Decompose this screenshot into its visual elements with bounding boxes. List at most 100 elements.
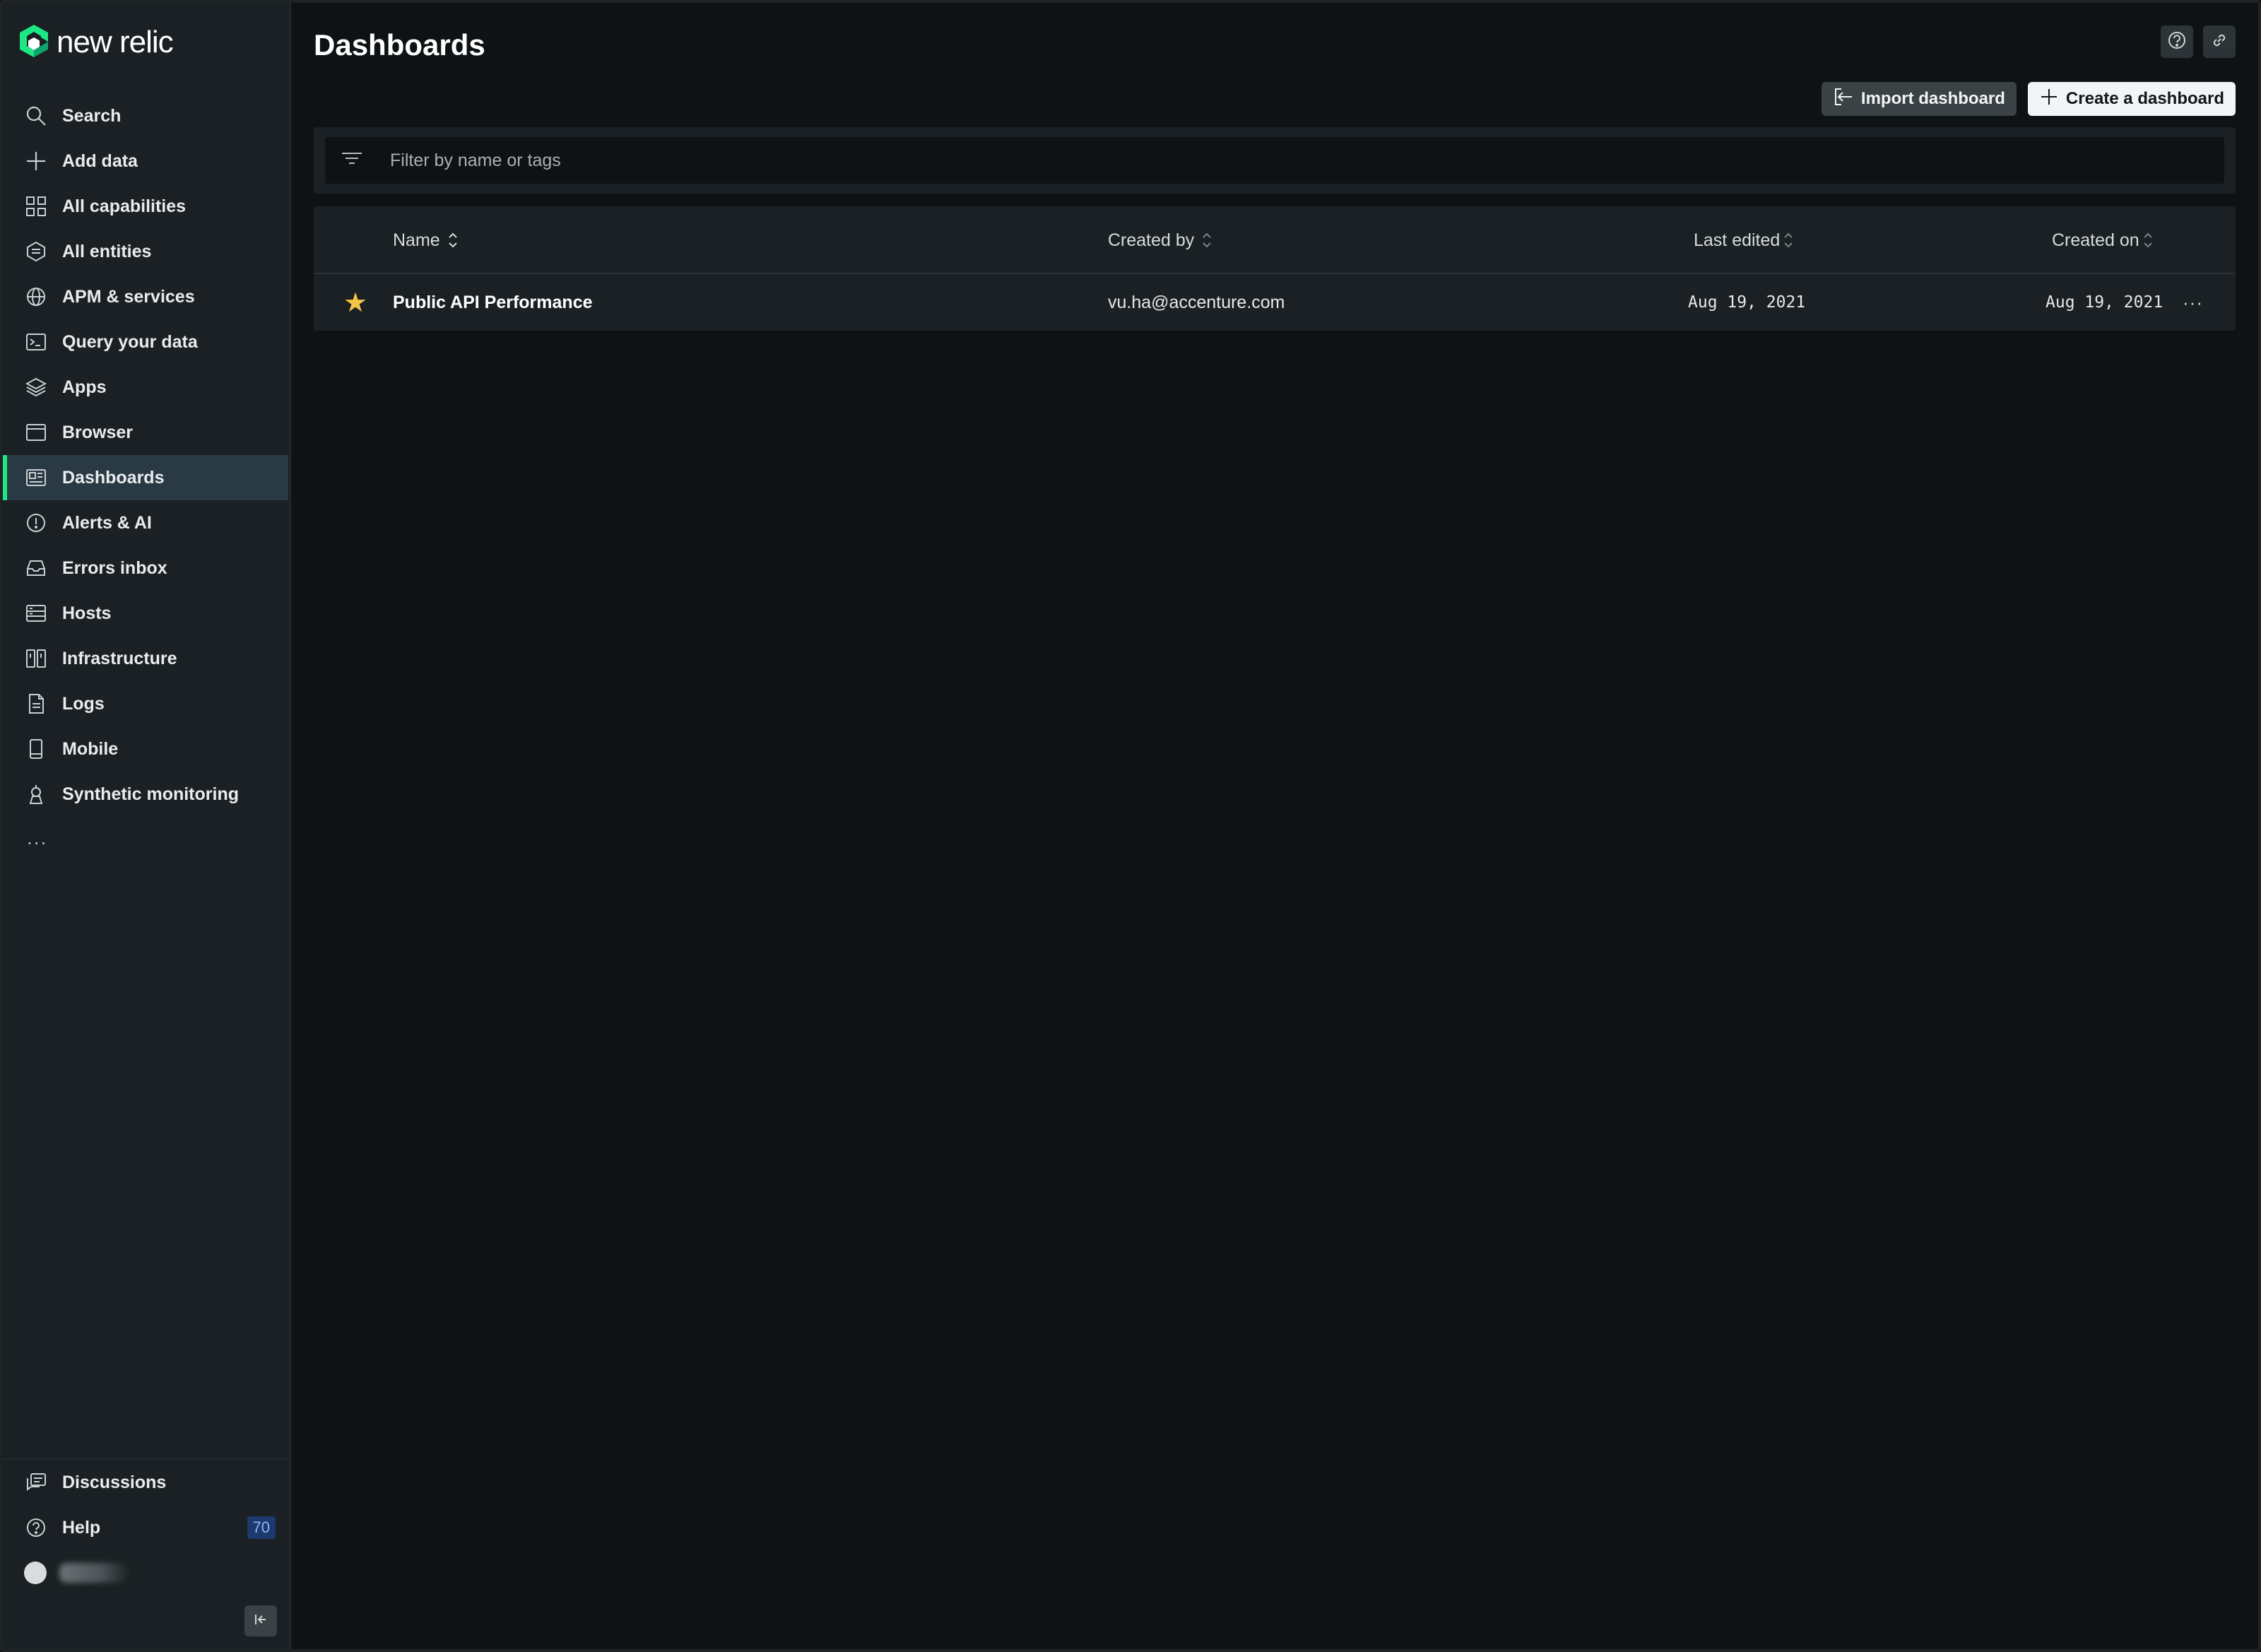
table-row[interactable]: ★ Public API Performance vu.ha@accenture… [314,274,2236,331]
filter-input-wrapper [325,137,2224,184]
plus-icon [24,149,48,173]
collapse-left-icon [253,1612,268,1631]
inbox-icon [24,556,48,580]
sidebar-more-button[interactable]: ... [3,817,288,859]
created-by-cell: vu.ha@accenture.com [1108,292,1285,312]
sidebar-item-label: Synthetic monitoring [62,784,239,804]
main-content: Dashboards Import dashboard Create a das… [291,3,2258,1649]
hosts-icon [24,601,48,625]
sort-icon [1201,231,1212,249]
grid-icon [24,194,48,218]
filter-input[interactable] [389,149,2224,172]
sidebar-item-label: Logs [62,693,105,714]
sidebar-item-apps[interactable]: Apps [3,365,288,410]
avatar [24,1562,47,1584]
column-label: Created on [2052,230,2139,250]
sort-icon [2142,231,2154,249]
top-right-icons [2161,25,2236,58]
user-profile[interactable] [3,1550,288,1595]
sidebar-item-hosts[interactable]: Hosts [3,591,288,636]
last-edited-cell: Aug 19, 2021 [1688,293,1806,312]
column-label: Created by [1108,230,1195,250]
sidebar-item-label: All capabilities [62,196,187,216]
copy-link-button[interactable] [2203,25,2236,58]
layers-icon [24,375,48,399]
column-label: Last edited [1694,230,1781,250]
dashboard-icon [24,466,48,490]
sidebar-item-dashboards[interactable]: Dashboards [3,455,288,500]
app-window: new relic Search Add data All capabiliti… [0,0,2261,1652]
sidebar-item-label: Infrastructure [62,648,177,668]
sidebar-item-query-your-data[interactable]: Query your data [3,319,288,365]
sidebar-item-label: Query your data [62,331,198,352]
sidebar-item-synthetic-monitoring[interactable]: Synthetic monitoring [3,772,288,817]
header-actions: Import dashboard Create a dashboard [1821,82,2236,116]
mobile-icon [24,737,48,761]
create-dashboard-label: Create a dashboard [2065,89,2224,108]
sidebar-item-label: All entities [62,241,152,261]
sidebar-item-help[interactable]: Help 70 [3,1505,288,1550]
column-header-name[interactable]: Name [393,206,459,274]
created-on-cell: Aug 19, 2021 [2045,293,2163,312]
question-circle-icon [2167,30,2187,54]
import-dashboard-label: Import dashboard [1860,89,2005,108]
column-header-last-edited[interactable]: Last edited [1694,206,1794,274]
logs-icon [24,692,48,716]
logo-text: new relic [57,25,174,59]
filter-bar [314,127,2236,194]
collapse-sidebar-button[interactable] [244,1605,277,1636]
sidebar-item-label: Discussions [62,1472,167,1492]
table-header: Name Created by Last edited Created on [314,206,2236,274]
sidebar-nav: Search Add data All capabilities All ent… [3,93,288,859]
sidebar-item-logs[interactable]: Logs [3,681,288,726]
column-header-created-by[interactable]: Created by [1108,206,1212,274]
sidebar-item-add-data[interactable]: Add data [3,138,288,184]
page-title: Dashboards [314,28,485,61]
plus-icon [2039,87,2059,112]
synthetic-icon [24,782,48,806]
sidebar-item-label: Search [62,105,122,126]
column-header-created-on[interactable]: Created on [2052,206,2154,274]
user-name-redacted [59,1563,130,1583]
search-icon [24,104,48,128]
sidebar-item-apm-services[interactable]: APM & services [3,274,288,319]
sidebar-item-label: Browser [62,422,134,442]
import-dashboard-button[interactable]: Import dashboard [1821,82,2017,116]
sidebar-item-discussions[interactable]: Discussions [3,1460,288,1505]
sort-icon [1783,231,1794,249]
favorite-toggle[interactable]: ★ [343,274,367,331]
discussions-icon [24,1470,48,1494]
row-more-actions-button[interactable]: ··· [2183,274,2203,331]
sidebar-item-label: Mobile [62,738,119,759]
entities-icon [24,240,48,264]
sidebar-item-alerts-ai[interactable]: Alerts & AI [3,500,288,545]
globe-icon [24,285,48,309]
dashboards-table: Name Created by Last edited Created on ★… [314,206,2236,331]
help-icon [24,1516,48,1540]
logo[interactable]: new relic [18,23,174,62]
help-button[interactable] [2161,25,2193,58]
dashboard-name-link[interactable]: Public API Performance [393,274,593,331]
sidebar-item-label: Apps [62,377,107,397]
browser-icon [24,420,48,444]
alert-icon [24,511,48,535]
sidebar-item-infrastructure[interactable]: Infrastructure [3,636,288,681]
sidebar-bottom: Discussions Help 70 [3,1458,288,1649]
sidebar-item-label: Errors inbox [62,557,167,578]
sidebar-item-label: Hosts [62,603,112,623]
sidebar-item-errors-inbox[interactable]: Errors inbox [3,545,288,591]
sidebar-item-browser[interactable]: Browser [3,410,288,455]
sort-icon [447,231,459,249]
sidebar-item-all-capabilities[interactable]: All capabilities [3,184,288,229]
help-count-badge: 70 [247,1516,276,1539]
sidebar-item-all-entities[interactable]: All entities [3,229,288,274]
terminal-icon [24,330,48,354]
sidebar-item-label: Add data [62,151,138,171]
new-relic-logo-icon [18,23,49,62]
create-dashboard-button[interactable]: Create a dashboard [2027,82,2236,116]
sidebar-item-label: Help [62,1517,101,1538]
import-icon [1833,87,1854,112]
infrastructure-icon [24,647,48,671]
sidebar-item-search[interactable]: Search [3,93,288,138]
sidebar-item-mobile[interactable]: Mobile [3,726,288,772]
